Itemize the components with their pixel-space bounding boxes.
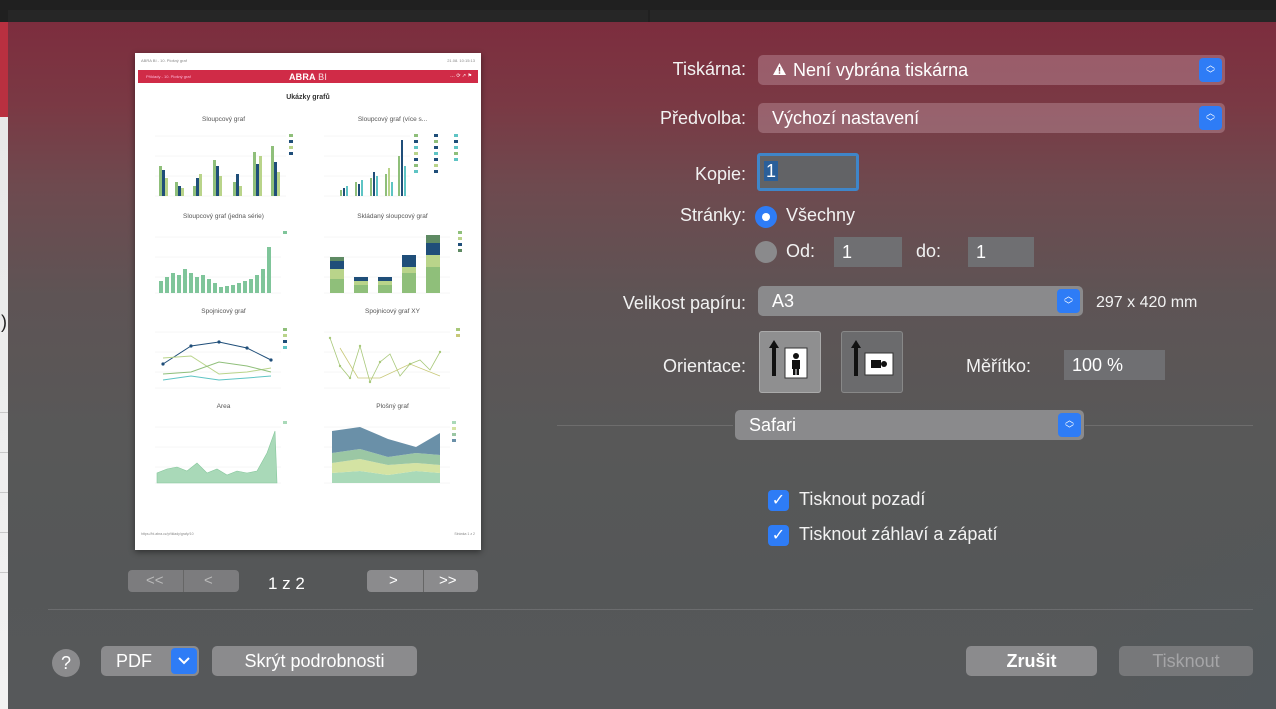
popup-stepper-icon: ︿ ﹀ bbox=[1199, 106, 1222, 130]
first-page-button[interactable]: << bbox=[146, 570, 164, 592]
preview-chart-graphic bbox=[155, 328, 287, 389]
next-page-button[interactable]: > bbox=[389, 570, 398, 592]
top-bar-segment bbox=[650, 10, 1276, 22]
print-headers-checkbox[interactable]: ✓ bbox=[768, 525, 789, 546]
preview-page-header: ABRA BI - 10. Plošný graf 21.08. 10:15:1… bbox=[141, 58, 475, 64]
scale-field[interactable]: 100 % bbox=[1064, 350, 1165, 380]
pages-from-field[interactable]: 1 bbox=[834, 237, 902, 267]
portrait-icon bbox=[769, 340, 808, 379]
copies-label: Kopie: bbox=[694, 164, 746, 184]
pager-back-group: << < bbox=[128, 570, 239, 592]
cancel-button[interactable]: Zrušit bbox=[966, 646, 1097, 676]
paper-size-label: Velikost papíru: bbox=[622, 293, 746, 313]
scale-label: Měřítko: bbox=[966, 356, 1032, 376]
preview-chart-title: Sloupcový graf (jedna série) bbox=[183, 213, 264, 220]
preview-page-title: ABRA BI - 10. Plošný graf bbox=[141, 58, 187, 63]
options-section-value: Safari bbox=[749, 415, 797, 435]
preview-chart-title: Skládaný sloupcový graf bbox=[357, 213, 428, 220]
warning-icon bbox=[772, 55, 788, 85]
preset-value: Výchozí nastavení bbox=[772, 108, 920, 128]
preview-chart: Area bbox=[141, 403, 306, 498]
page-indicator: 1 z 2 bbox=[268, 574, 305, 593]
preview-chart-title: Area bbox=[216, 403, 231, 410]
hide-details-button[interactable]: Skrýt podrobnosti bbox=[212, 646, 417, 676]
portrait-orientation-button[interactable] bbox=[759, 331, 821, 393]
preview-chart-graphic bbox=[155, 134, 293, 197]
preview-page-footer: https://bi.abra.cz/příklady/grafy/10 Str… bbox=[141, 532, 475, 536]
pages-all-radio[interactable] bbox=[755, 206, 777, 228]
preview-chart: Spojnicový graf XY bbox=[310, 308, 475, 403]
landscape-orientation-button[interactable] bbox=[841, 331, 903, 393]
print-backgrounds-label: Tisknout pozadí bbox=[799, 489, 926, 509]
pages-label: Stránky: bbox=[679, 205, 746, 225]
preview-chart-graphic bbox=[155, 421, 287, 484]
print-headers-label: Tisknout záhlaví a zápatí bbox=[799, 524, 998, 544]
preview-chart-graphic bbox=[324, 328, 460, 389]
copies-field[interactable]: 1 bbox=[757, 153, 859, 191]
preview-footer-url: https://bi.abra.cz/příklady/grafy/10 bbox=[141, 532, 194, 536]
pdf-label: PDF bbox=[116, 651, 152, 671]
preview-brand-logo: ABRA BI bbox=[288, 72, 328, 82]
pages-to-field[interactable]: 1 bbox=[968, 237, 1034, 267]
popup-stepper-icon: ︿ ﹀ bbox=[1058, 413, 1081, 437]
pager-forward-group: > >> bbox=[367, 570, 478, 592]
help-button[interactable]: ? bbox=[52, 649, 80, 677]
popup-stepper-icon: ︿ ﹀ bbox=[1199, 58, 1222, 82]
previous-page-button[interactable]: < bbox=[204, 570, 213, 592]
window-top-bar bbox=[0, 0, 1276, 22]
preview-dashboard-title: Ukázky grafů bbox=[286, 94, 330, 101]
preview-chart-graphic bbox=[155, 231, 287, 294]
preview-chart: Sloupcový graf (více s... bbox=[310, 116, 475, 211]
preview-chart: Sloupcový graf bbox=[141, 116, 306, 211]
chevron-down-icon[interactable] bbox=[171, 648, 197, 674]
background-window-strip bbox=[0, 22, 8, 709]
preview-chart-graphic bbox=[324, 134, 458, 197]
landscape-icon bbox=[851, 340, 894, 376]
preview-chart-title: Spojnicový graf XY bbox=[365, 308, 420, 315]
print-backgrounds-checkbox[interactable]: ✓ bbox=[768, 490, 789, 511]
preview-page-date: 21.08. 10:15:13 bbox=[447, 58, 475, 63]
preview-chart: Sloupcový graf (jedna série) bbox=[141, 213, 306, 308]
print-preview-page: ABRA BI - 10. Plošný graf 21.08. 10:15:1… bbox=[135, 53, 481, 550]
pages-range-radio[interactable] bbox=[755, 241, 777, 263]
preset-label: Předvolba: bbox=[659, 108, 746, 128]
preview-header-icons: … ⟳ ↗ ⚑ bbox=[449, 73, 472, 79]
printer-label: Tiskárna: bbox=[672, 59, 746, 79]
bottom-divider bbox=[48, 609, 1253, 610]
background-glyph: ) bbox=[1, 312, 7, 332]
printer-value: Není vybrána tiskárna bbox=[793, 60, 969, 80]
preset-popup[interactable]: Výchozí nastavení ︿ ﹀ bbox=[758, 103, 1225, 133]
paper-size-value: A3 bbox=[772, 291, 795, 311]
preview-chart: Skládaný sloupcový graf bbox=[310, 213, 475, 308]
printer-popup[interactable]: Není vybrána tiskárna ︿ ﹀ bbox=[758, 55, 1225, 85]
preview-app-header: Příklady - 10. Plošný graf ABRA BI … ⟳ ↗… bbox=[138, 70, 478, 83]
section-divider bbox=[1085, 425, 1253, 426]
pages-to-label: do: bbox=[916, 241, 942, 261]
preview-chart: Plošný graf bbox=[310, 403, 475, 498]
copies-value: 1 bbox=[764, 161, 779, 181]
paper-size-popup[interactable]: A3 ︿ ﹀ bbox=[758, 286, 1083, 316]
paper-dimensions: 297 x 420 mm bbox=[1096, 294, 1198, 311]
section-divider bbox=[557, 425, 733, 426]
preview-chart-graphic bbox=[324, 421, 456, 484]
popup-stepper-icon: ︿ ﹀ bbox=[1057, 289, 1080, 313]
preview-chart-title: Plošný graf bbox=[376, 403, 409, 410]
last-page-button[interactable]: >> bbox=[439, 570, 457, 592]
orientation-label: Orientace: bbox=[662, 356, 746, 376]
preview-chart-title: Sloupcový graf bbox=[202, 116, 245, 123]
preview-chart-title: Spojnicový graf bbox=[201, 308, 246, 315]
preview-footer-page: Stránka 1 z 2 bbox=[454, 532, 475, 536]
preview-chart-title: Sloupcový graf (více s... bbox=[357, 116, 428, 123]
preview-chart-graphic bbox=[324, 231, 462, 294]
preview-chart: Spojnicový graf bbox=[141, 308, 306, 403]
options-section-popup[interactable]: Safari ︿ ﹀ bbox=[735, 410, 1084, 440]
pages-from-label: Od: bbox=[786, 241, 816, 261]
pages-all-label: Všechny bbox=[786, 205, 856, 225]
print-button[interactable]: Tisknout bbox=[1119, 646, 1253, 676]
top-bar-segment bbox=[8, 10, 648, 22]
